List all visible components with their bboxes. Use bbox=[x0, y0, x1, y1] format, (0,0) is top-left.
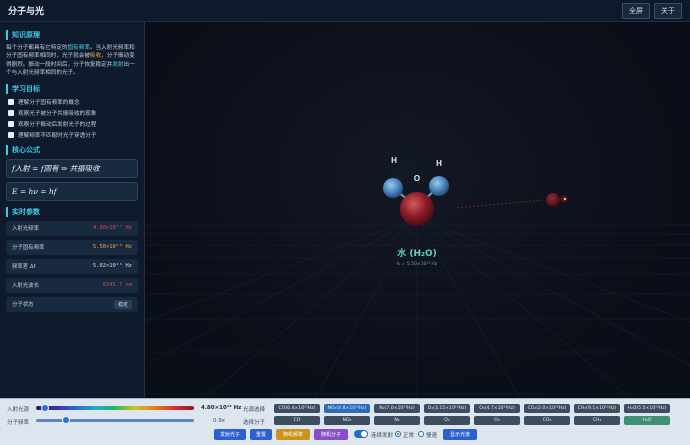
goal-item[interactable]: 观察分子振动后发射光子的过程 bbox=[8, 120, 138, 128]
param-label: 分子状态 bbox=[12, 302, 34, 309]
formula-title: 核心公式 bbox=[6, 144, 138, 155]
speed-slider-handle[interactable] bbox=[62, 416, 70, 424]
top-bar: 分子与光 全屏 关于 bbox=[0, 0, 690, 22]
molecule-option-co2[interactable]: CO₂ bbox=[524, 416, 570, 425]
goal-item[interactable]: 观察光子被分子共振吸收的现象 bbox=[8, 109, 138, 117]
continuous-emit-toggle[interactable] bbox=[354, 430, 368, 438]
control-panel: 入射光源 4.80×10¹³ Hz 分子频率 0.9x 光源选择 选择分子 CO… bbox=[0, 398, 690, 445]
sidebar: 知识原理 每个分子都具有它特定的固有频率。当入射光频率和分子固有频率相同时，光子… bbox=[0, 22, 145, 398]
show-spectrum-button[interactable]: 显示光谱 bbox=[443, 429, 477, 440]
goal-label: 理解分子固有频率的概念 bbox=[18, 99, 80, 106]
speed-label: 分子频率 bbox=[7, 420, 30, 426]
param-wavelength: 入射光波长 6245.7 nm bbox=[6, 277, 138, 293]
scene-canvas: H H O 水 (H₂O) f₀ = 5.50×10¹³ Hz bbox=[145, 156, 690, 398]
random-frequency-button[interactable]: 随机频率 bbox=[276, 429, 310, 440]
goal-label: 理解频率不匹配时光子穿透分子 bbox=[18, 132, 97, 139]
highlight-natural-frequency: 固有频率 bbox=[67, 45, 90, 51]
hydrogen-atom-left bbox=[383, 178, 403, 198]
hydrogen-atom-right bbox=[429, 176, 449, 196]
light-option-o2[interactable]: O₂(3.15×10¹³Hz) bbox=[424, 404, 470, 413]
molecule-option-o3[interactable]: O₃ bbox=[474, 416, 520, 425]
goal-checkbox[interactable] bbox=[8, 109, 14, 116]
speed-slow-radio[interactable] bbox=[418, 431, 424, 437]
param-frequency-difference: 频率差 Δf 5.02×10¹³ Hz bbox=[6, 258, 138, 274]
goal-label: 观察分子振动后发射光子的过程 bbox=[18, 121, 97, 128]
formula-energy: E = hν = hf bbox=[6, 181, 138, 201]
highlight-emit: 发射 bbox=[112, 61, 124, 68]
water-molecule[interactable] bbox=[383, 176, 449, 226]
frequency-spectrum-slider[interactable] bbox=[36, 406, 194, 410]
molecule-frequency: f₀ = 5.50×10¹³ Hz bbox=[397, 261, 438, 267]
molecule-name: 水 (H₂O) bbox=[397, 247, 437, 259]
knowledge-text: 每个分子都具有它特定的固有频率。当入射光频率和分子固有频率相同时，光子就会被吸收… bbox=[6, 44, 138, 78]
text-part: 每个分子都具有它特定的 bbox=[6, 45, 68, 51]
speed-slider[interactable] bbox=[36, 419, 194, 422]
param-incident-frequency: 入射光频率 4.80×10¹³ Hz bbox=[6, 220, 138, 236]
frequency-slider-handle[interactable] bbox=[41, 404, 49, 412]
app-title: 分子与光 bbox=[8, 7, 45, 17]
param-value: 5.50×10¹³ Hz bbox=[93, 244, 132, 251]
status-badge: 稳定 bbox=[113, 299, 132, 309]
incident-light-label: 入射光源 bbox=[7, 407, 30, 413]
fullscreen-button[interactable]: 全屏 bbox=[622, 2, 650, 19]
photon-trail bbox=[456, 199, 544, 209]
goals-title: 学习目标 bbox=[6, 83, 138, 94]
oxygen-atom bbox=[400, 192, 434, 226]
speed-value: 0.9x bbox=[213, 418, 226, 424]
atom-label-h-right: H bbox=[436, 159, 442, 168]
light-option-co2[interactable]: CO₂(2.0×10¹³Hz) bbox=[524, 404, 570, 413]
speed-normal-radio[interactable] bbox=[395, 431, 401, 437]
molecule-option-h2o[interactable]: H₂O bbox=[624, 416, 670, 425]
goal-label: 观察光子被分子共振吸收的现象 bbox=[18, 110, 97, 117]
simulation-viewport[interactable]: H H O 水 (H₂O) f₀ = 5.50×10¹³ Hz bbox=[145, 22, 690, 398]
light-option-o3[interactable]: O₃(4.7×10¹³Hz) bbox=[474, 404, 520, 413]
incident-frequency-value: 4.80×10¹³ Hz bbox=[201, 405, 242, 411]
light-option-h2o[interactable]: H₂O(5.5×10¹³Hz) bbox=[624, 404, 670, 413]
param-natural-frequency: 分子固有频率 5.50×10¹³ Hz bbox=[6, 239, 138, 255]
about-button[interactable]: 关于 bbox=[654, 2, 682, 19]
molecule-select-label: 选择分子 bbox=[243, 420, 266, 426]
param-molecule-status: 分子状态 稳定 bbox=[6, 296, 138, 312]
random-molecule-button[interactable]: 随机分子 bbox=[314, 429, 348, 440]
realtime-title: 实时参数 bbox=[6, 206, 138, 217]
knowledge-title: 知识原理 bbox=[6, 30, 138, 40]
param-value: 5.02×10¹³ Hz bbox=[93, 263, 132, 270]
param-label: 频率差 Δf bbox=[12, 264, 36, 271]
molecule-option-o2[interactable]: O₂ bbox=[424, 416, 470, 425]
floor-grid bbox=[145, 217, 690, 398]
goal-checkbox[interactable] bbox=[8, 98, 14, 105]
atom-label-o: O bbox=[414, 174, 420, 183]
param-label: 入射光波长 bbox=[12, 283, 39, 290]
molecule-option-no2[interactable]: NO₂ bbox=[324, 416, 370, 425]
top-buttons: 全屏 关于 bbox=[622, 2, 682, 19]
atom-label-h-left: H bbox=[391, 156, 397, 165]
goal-item[interactable]: 理解分子固有频率的概念 bbox=[8, 98, 138, 106]
highlight-absorb: 吸收 bbox=[89, 53, 102, 60]
param-label: 入射光频率 bbox=[12, 226, 39, 233]
goal-checkbox[interactable] bbox=[8, 120, 14, 127]
light-option-co[interactable]: CO(6.4×10¹³Hz) bbox=[274, 404, 320, 413]
light-option-n2[interactable]: N₂(7.0×10¹³Hz) bbox=[374, 404, 420, 413]
goal-checkbox[interactable] bbox=[8, 131, 14, 138]
molecule-option-ch4[interactable]: CH₄ bbox=[574, 416, 620, 425]
fire-photon-button[interactable]: 发射光子 bbox=[214, 429, 246, 440]
incoming-photon bbox=[546, 193, 568, 207]
light-option-ch4[interactable]: CH₄(9.1×10¹³Hz) bbox=[574, 404, 620, 413]
reset-button[interactable]: 重置 bbox=[250, 429, 272, 440]
param-value: 6245.7 nm bbox=[102, 282, 132, 289]
param-value: 4.80×10¹³ Hz bbox=[93, 225, 132, 232]
light-option-no2[interactable]: NO₂(4.8×10¹³Hz) bbox=[324, 404, 370, 413]
speed-normal-label: 正常 bbox=[403, 433, 415, 439]
molecule-option-co[interactable]: CO bbox=[274, 416, 320, 425]
param-label: 分子固有频率 bbox=[12, 245, 45, 252]
goal-item[interactable]: 理解频率不匹配时光子穿透分子 bbox=[8, 131, 138, 139]
molecule-option-n2[interactable]: N₂ bbox=[374, 416, 420, 425]
speed-slow-label: 慢速 bbox=[426, 433, 438, 439]
light-source-select-label: 光源选择 bbox=[243, 407, 266, 413]
formula-resonance: f入射 = f固有 ⇒ 共振吸收 bbox=[6, 158, 138, 178]
continuous-emit-label: 连续发射 bbox=[371, 433, 394, 439]
